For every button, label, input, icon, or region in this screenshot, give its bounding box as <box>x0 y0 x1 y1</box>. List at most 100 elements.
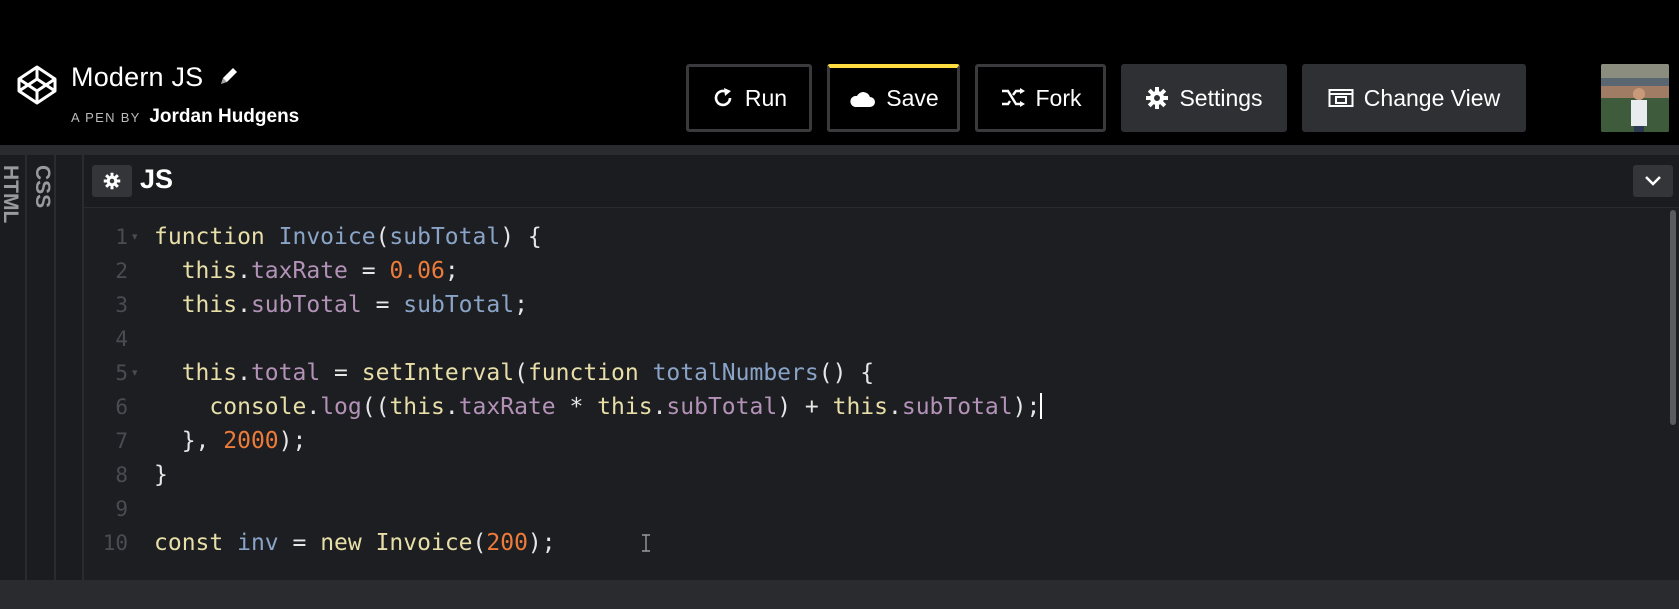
run-button-label: Run <box>744 84 788 111</box>
fold-arrow-icon[interactable]: ▾ <box>132 220 142 254</box>
css-tab-label: CSS <box>31 165 54 209</box>
line-number-gutter: 1 ▾ 2 3 4 5 ▾ 6 7 8 9 10 <box>84 207 144 580</box>
html-panel-tab[interactable]: HTML <box>0 155 27 580</box>
code-token: this <box>154 258 238 284</box>
pencil-edit-icon[interactable] <box>217 64 241 88</box>
code-line[interactable]: this.taxRate = 0.06; <box>154 254 459 288</box>
change-view-button-label: Change View <box>1363 84 1501 111</box>
css-panel-tab[interactable]: CSS <box>27 155 56 580</box>
code-token: ); <box>278 428 307 454</box>
code-token: . <box>237 360 251 386</box>
code-token: = <box>320 360 362 386</box>
code-line[interactable]: }, 2000); <box>154 424 307 458</box>
fork-button-label: Fork <box>1035 84 1082 111</box>
code-token: }, <box>154 428 224 454</box>
editor-language-label: JS <box>140 164 174 194</box>
code-token: . <box>444 394 459 420</box>
code-token: subTotal <box>389 224 501 250</box>
save-button-label: Save <box>886 85 939 111</box>
code-token: new <box>320 530 376 556</box>
line-number: 4 <box>115 327 128 351</box>
code-token: total <box>250 360 321 386</box>
code-token: function <box>154 224 279 250</box>
user-avatar[interactable] <box>1601 64 1669 132</box>
change-view-button[interactable]: Change View <box>1302 64 1526 132</box>
code-token: () { <box>818 360 875 386</box>
code-token: . <box>237 258 251 284</box>
code-token: ); <box>1012 394 1041 420</box>
code-token: } <box>154 462 168 488</box>
code-token: * <box>555 394 598 420</box>
code-token: this <box>597 394 653 420</box>
code-token: ( <box>472 530 487 556</box>
code-line[interactable]: function Invoice(subTotal) { <box>154 220 542 254</box>
line-number: 3 <box>115 293 128 317</box>
code-token: subTotal <box>250 292 362 318</box>
code-line[interactable]: console.log((this.taxRate * this.subTota… <box>154 390 1043 424</box>
editor-collapse-button[interactable] <box>1633 165 1673 197</box>
js-settings-button[interactable] <box>92 165 132 197</box>
html-tab-label: HTML <box>0 165 22 224</box>
code-token: ) { <box>500 224 542 250</box>
code-token: const <box>154 530 238 556</box>
code-token: subTotal <box>403 292 515 318</box>
code-token: ); <box>527 530 556 556</box>
save-button[interactable]: Save <box>827 64 960 132</box>
avatar-photo <box>1601 64 1669 132</box>
text-cursor-icon <box>641 534 651 552</box>
code-token: ) + <box>777 394 833 420</box>
vertical-scrollbar[interactable] <box>1670 210 1676 425</box>
code-token: 200 <box>486 530 528 556</box>
code-line[interactable]: this.total = setInterval(function totalN… <box>154 356 874 390</box>
code-token: function <box>527 360 653 386</box>
code-area[interactable]: function Invoice(subTotal) { this.taxRat… <box>154 207 1634 580</box>
pen-title[interactable]: Modern JS <box>71 62 241 93</box>
top-bar: Modern JS A PEN BY Jordan Hudgens Run Sa… <box>0 0 1679 145</box>
code-token: 2000 <box>223 428 279 454</box>
gear-icon <box>1146 87 1169 109</box>
line-number: 9 <box>115 497 128 521</box>
settings-button[interactable]: Settings <box>1121 64 1287 132</box>
line-number: 8 <box>115 463 128 487</box>
pen-byline: A PEN BY Jordan Hudgens <box>71 106 299 128</box>
pen-title-text[interactable]: Modern JS <box>71 62 203 92</box>
fork-icon <box>1001 88 1025 107</box>
code-token: 0.06 <box>389 258 445 284</box>
code-line[interactable]: const inv = new Invoice(200); <box>154 526 556 560</box>
code-token: = <box>347 258 390 284</box>
code-token: this <box>154 292 238 318</box>
line-number: 7 <box>115 429 128 453</box>
fold-arrow-icon[interactable]: ▾ <box>132 356 142 390</box>
line-number: 1 <box>115 225 128 249</box>
line-number: 2 <box>115 259 128 283</box>
byline-prefix: A PEN BY <box>71 110 141 125</box>
line-number: 5 <box>115 361 128 385</box>
code-token: . <box>237 292 251 318</box>
line-number: 10 <box>102 531 128 555</box>
settings-button-label: Settings <box>1179 84 1263 111</box>
code-token: this <box>389 394 445 420</box>
code-token: log <box>320 394 362 420</box>
code-token: = <box>278 530 321 556</box>
codepen-logo-icon[interactable] <box>16 64 58 106</box>
text-caret <box>1040 393 1043 419</box>
run-button[interactable]: Run <box>686 64 812 132</box>
fork-button[interactable]: Fork <box>975 64 1106 132</box>
bottom-bar <box>0 580 1679 609</box>
gear-icon <box>103 172 121 190</box>
code-line[interactable]: this.subTotal = subTotal; <box>154 288 528 322</box>
editor-resize-handle[interactable] <box>56 155 84 580</box>
code-token: ( <box>375 224 390 250</box>
code-line[interactable]: } <box>154 458 168 492</box>
code-token: this <box>832 394 888 420</box>
js-editor-panel: JS 1 ▾ 2 3 4 5 ▾ 6 7 8 9 10 function Invoice(subTot… <box>84 155 1679 580</box>
code-token: Invoice <box>278 224 376 250</box>
cloud-icon <box>850 91 876 107</box>
chevron-down-icon <box>1645 176 1661 186</box>
author-link[interactable]: Jordan Hudgens <box>149 106 299 127</box>
refresh-icon <box>714 88 732 107</box>
code-token: console <box>154 394 307 420</box>
layout-icon <box>1328 89 1354 107</box>
code-token: subTotal <box>666 394 778 420</box>
code-token: subTotal <box>901 394 1013 420</box>
